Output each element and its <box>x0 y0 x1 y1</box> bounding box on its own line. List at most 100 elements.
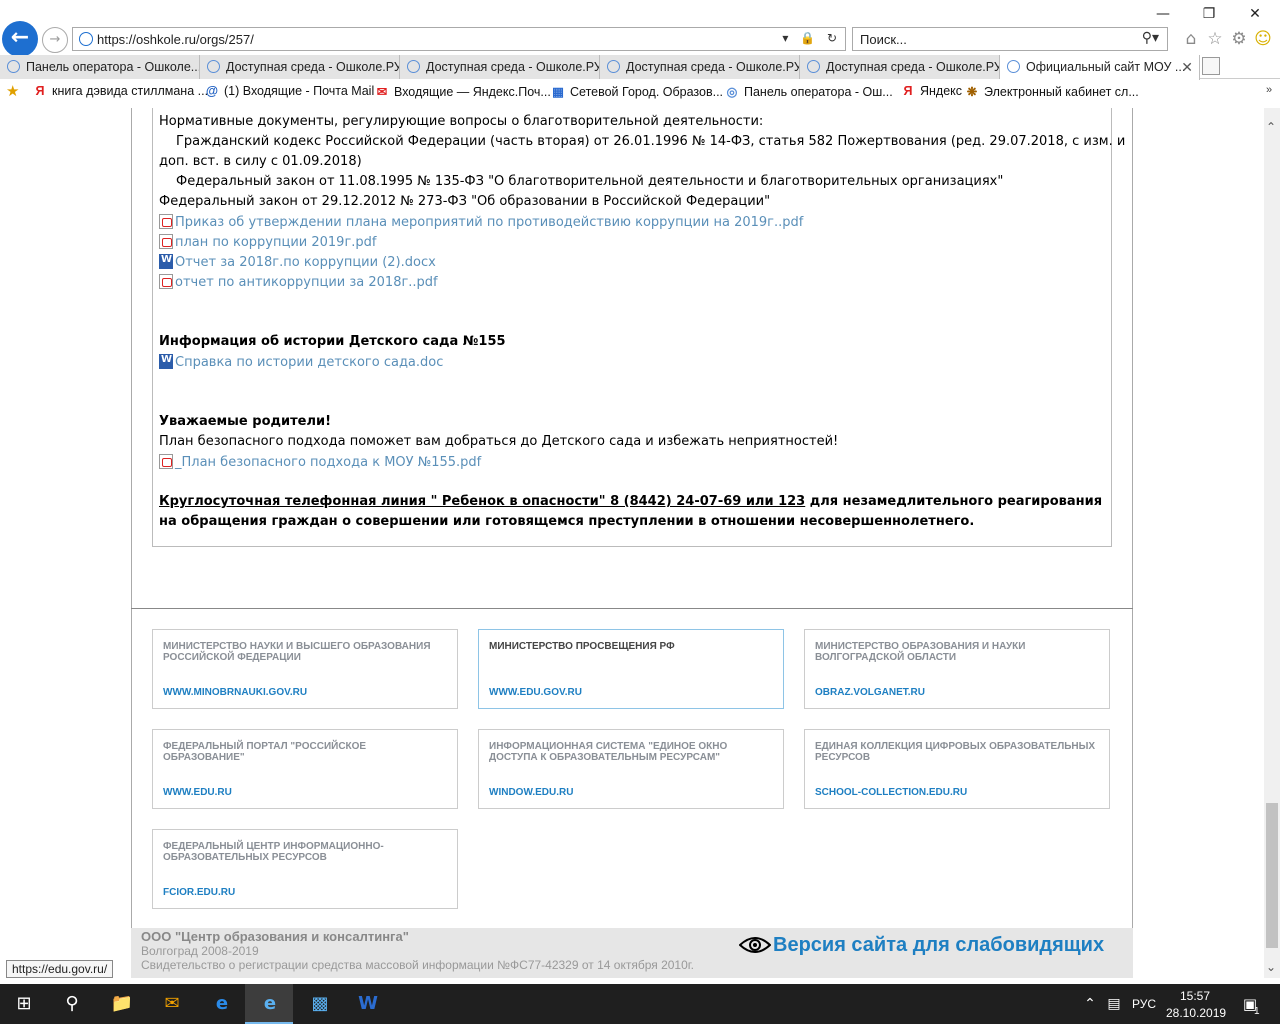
resource-card[interactable]: Федеральный портал "Российское образован… <box>152 729 458 809</box>
card-link[interactable]: WINDOW.EDU.RU <box>489 787 573 798</box>
word-file-icon <box>159 254 173 269</box>
card-title: Федеральный портал "Российское образован… <box>163 741 367 763</box>
tab-3[interactable]: Доступная среда - Ошколе.РУ <box>400 55 600 79</box>
file-link[interactable]: Отчет за 2018г.по коррупции (2).docx <box>159 254 436 270</box>
scroll-up-icon[interactable]: ⌃ <box>1266 120 1276 134</box>
education-law-text: Федеральный закон от 29.12.2012 № 273-ФЗ… <box>159 194 771 209</box>
back-button[interactable]: ← <box>2 21 38 57</box>
browser-chrome: — ❐ ✕ ← → https://oshkole.ru/orgs/257/ ▾… <box>0 0 1280 108</box>
minimize-icon[interactable]: — <box>1140 4 1186 24</box>
forward-button[interactable]: → <box>42 27 68 53</box>
favorite-item[interactable]: ✉ Входящие — Яндекс.Поч... <box>374 84 551 99</box>
hotline-underlined: Круглосуточная телефонная линия " Ребено… <box>159 494 806 509</box>
tab-2[interactable]: Доступная среда - Ошколе.РУ <box>200 55 400 79</box>
mail-app-icon[interactable]: ✉ <box>158 990 186 1018</box>
resource-card[interactable]: Единая коллекция цифровых образовательны… <box>804 729 1110 809</box>
tab-4[interactable]: Доступная среда - Ошколе.РУ <box>600 55 800 79</box>
favorite-item[interactable]: ◎ Панель оператора - Ош... <box>724 84 893 99</box>
restore-icon[interactable]: ❐ <box>1186 4 1232 24</box>
tab-5[interactable]: Доступная среда - Ошколе.РУ <box>800 55 1000 79</box>
home-icon[interactable]: ⌂ <box>1180 28 1202 50</box>
resource-card[interactable]: Федеральный центр информационно-образова… <box>152 829 458 909</box>
search-placeholder[interactable]: Поиск... <box>860 32 907 47</box>
tab-label: Доступная среда - Ошколе.РУ <box>826 60 1000 74</box>
favorites-star-icon[interactable]: ☆ <box>1204 28 1226 50</box>
resource-card[interactable]: Министерство науки и высшего образования… <box>152 629 458 709</box>
add-favorites-icon[interactable]: ★ <box>6 82 19 100</box>
card-link[interactable]: WWW.EDU.GOV.RU <box>489 687 582 698</box>
clock-date[interactable]: 28.10.2019 <box>1166 1006 1226 1020</box>
language-indicator[interactable]: РУС <box>1132 997 1156 1011</box>
card-link[interactable]: WWW.MINOBRNAUKI.GOV.RU <box>163 687 307 698</box>
card-link[interactable]: SCHOOL-COLLECTION.EDU.RU <box>815 787 967 798</box>
pdf-file-icon <box>159 454 173 469</box>
parents-text: План безопасного подхода поможет вам доб… <box>159 434 839 449</box>
favorite-item[interactable]: Я Яндекс <box>900 84 963 98</box>
smiley-feedback-icon[interactable]: ☺ <box>1252 28 1274 50</box>
scroll-thumb[interactable] <box>1266 803 1278 948</box>
footer-license: Свидетельство о регистрации средства мас… <box>141 958 695 972</box>
url-text[interactable]: https://oshkole.ru/orgs/257/ <box>97 32 254 47</box>
more-favorites-chevron-icon[interactable]: » <box>1266 84 1272 96</box>
hotline-text-cont: на обращения граждан о совершении или го… <box>159 514 975 529</box>
gear-icon[interactable]: ⚙ <box>1228 28 1250 50</box>
file-link[interactable]: отчет по антикоррупции за 2018г..pdf <box>159 274 438 290</box>
close-window-icon[interactable]: ✕ <box>1232 4 1278 24</box>
tab-label: Доступная среда - Ошколе.РУ <box>426 60 600 74</box>
card-title: Министерство образования и науки Волгогр… <box>815 641 1026 663</box>
section-divider <box>131 608 1133 609</box>
favorite-item[interactable]: ▦ Сетевой Город. Образов... <box>550 84 723 99</box>
site-footer: ООО "Центр образования и консалтинга" Во… <box>131 928 1133 978</box>
tab-label: Официальный сайт МОУ ... <box>1026 60 1186 74</box>
search-box[interactable]: Поиск... ⚲▾ <box>852 27 1168 51</box>
favorite-item[interactable]: Якнига дэвида стиллмана ... <box>32 84 209 98</box>
resource-card[interactable]: Информационная система "Единое окно дост… <box>478 729 784 809</box>
resource-card[interactable]: Министерство образования и науки Волгогр… <box>804 629 1110 709</box>
eye-icon[interactable] <box>739 936 771 954</box>
search-icon[interactable]: ⚲ <box>58 990 86 1018</box>
new-tab-button[interactable] <box>1202 57 1220 75</box>
remote-desktop-icon[interactable]: ▩ <box>306 990 334 1018</box>
search-icon[interactable]: ⚲▾ <box>1142 30 1159 46</box>
file-link[interactable]: Справка по истории детского сада.doc <box>159 354 443 370</box>
site-globe-icon <box>79 32 93 46</box>
card-title: Единая коллекция цифровых образовательны… <box>815 741 1096 763</box>
parents-heading: Уважаемые родители! <box>159 414 332 429</box>
low-vision-version-link[interactable]: Версия сайта для слабовидящих <box>773 934 1104 957</box>
vertical-scrollbar[interactable]: ⌃ ⌄ <box>1264 108 1280 978</box>
favorite-item[interactable]: @ (1) Входящие - Почта Mail <box>204 84 374 98</box>
tab-globe-icon <box>607 60 620 73</box>
close-tab-icon[interactable]: ✕ <box>1181 55 1193 79</box>
edge-icon[interactable]: e <box>208 990 236 1018</box>
footer-company: ООО "Центр образования и консалтинга" <box>141 929 409 944</box>
tab-label: Панель оператора - Ошколе... <box>26 60 200 74</box>
card-link[interactable]: FCIOR.EDU.RU <box>163 887 235 898</box>
pdf-file-icon <box>159 274 173 289</box>
favorite-item[interactable]: ❋ Электронный кабинет сл... <box>964 84 1139 99</box>
card-title: Министерство науки и высшего образования… <box>163 641 431 663</box>
resource-card[interactable]: Министерство просвещения РФ WWW.EDU.GOV.… <box>478 629 784 709</box>
windows-start-icon[interactable]: ⊞ <box>10 990 38 1018</box>
card-link[interactable]: WWW.EDU.RU <box>163 787 232 798</box>
internet-explorer-icon[interactable]: e <box>256 990 284 1018</box>
cabinet-icon: ❋ <box>966 85 978 99</box>
word-app-icon[interactable]: W <box>354 990 382 1018</box>
windows-taskbar: ⊞ ⚲ 📁 ✉ e e ▩ W ⌃ ▤ РУС 15:57 28.10.2019… <box>0 984 1280 1024</box>
address-bar-icons[interactable]: ▾ 🔒 ↻ <box>782 31 841 45</box>
tab-6-active[interactable]: Официальный сайт МОУ ... ✕ <box>1000 55 1200 80</box>
file-explorer-icon[interactable]: 📁 <box>108 990 136 1018</box>
tab-strip: Панель оператора - Ошколе... Доступная с… <box>0 55 1280 80</box>
clock-time[interactable]: 15:57 <box>1180 989 1210 1003</box>
file-link[interactable]: Приказ об утверждении плана мероприятий … <box>159 214 803 230</box>
card-link[interactable]: OBRAZ.VOLGANET.RU <box>815 687 925 698</box>
file-link[interactable]: план по коррупции 2019г.pdf <box>159 234 377 250</box>
tab-1[interactable]: Панель оператора - Ошколе... <box>0 55 200 79</box>
page-viewport: Нормативные документы, регулирующие вопр… <box>0 108 1264 978</box>
network-icon[interactable]: ▤ <box>1100 990 1128 1018</box>
address-bar[interactable]: https://oshkole.ru/orgs/257/ ▾ 🔒 ↻ <box>72 27 846 51</box>
mail-icon: @ <box>205 84 219 98</box>
scroll-down-icon[interactable]: ⌄ <box>1266 960 1276 974</box>
file-link[interactable]: _План безопасного подхода к МОУ №155.pdf <box>159 454 481 470</box>
globe-icon: ◎ <box>726 85 738 99</box>
charity-law-text: Федеральный закон от 11.08.1995 № 135-ФЗ… <box>176 174 1004 189</box>
